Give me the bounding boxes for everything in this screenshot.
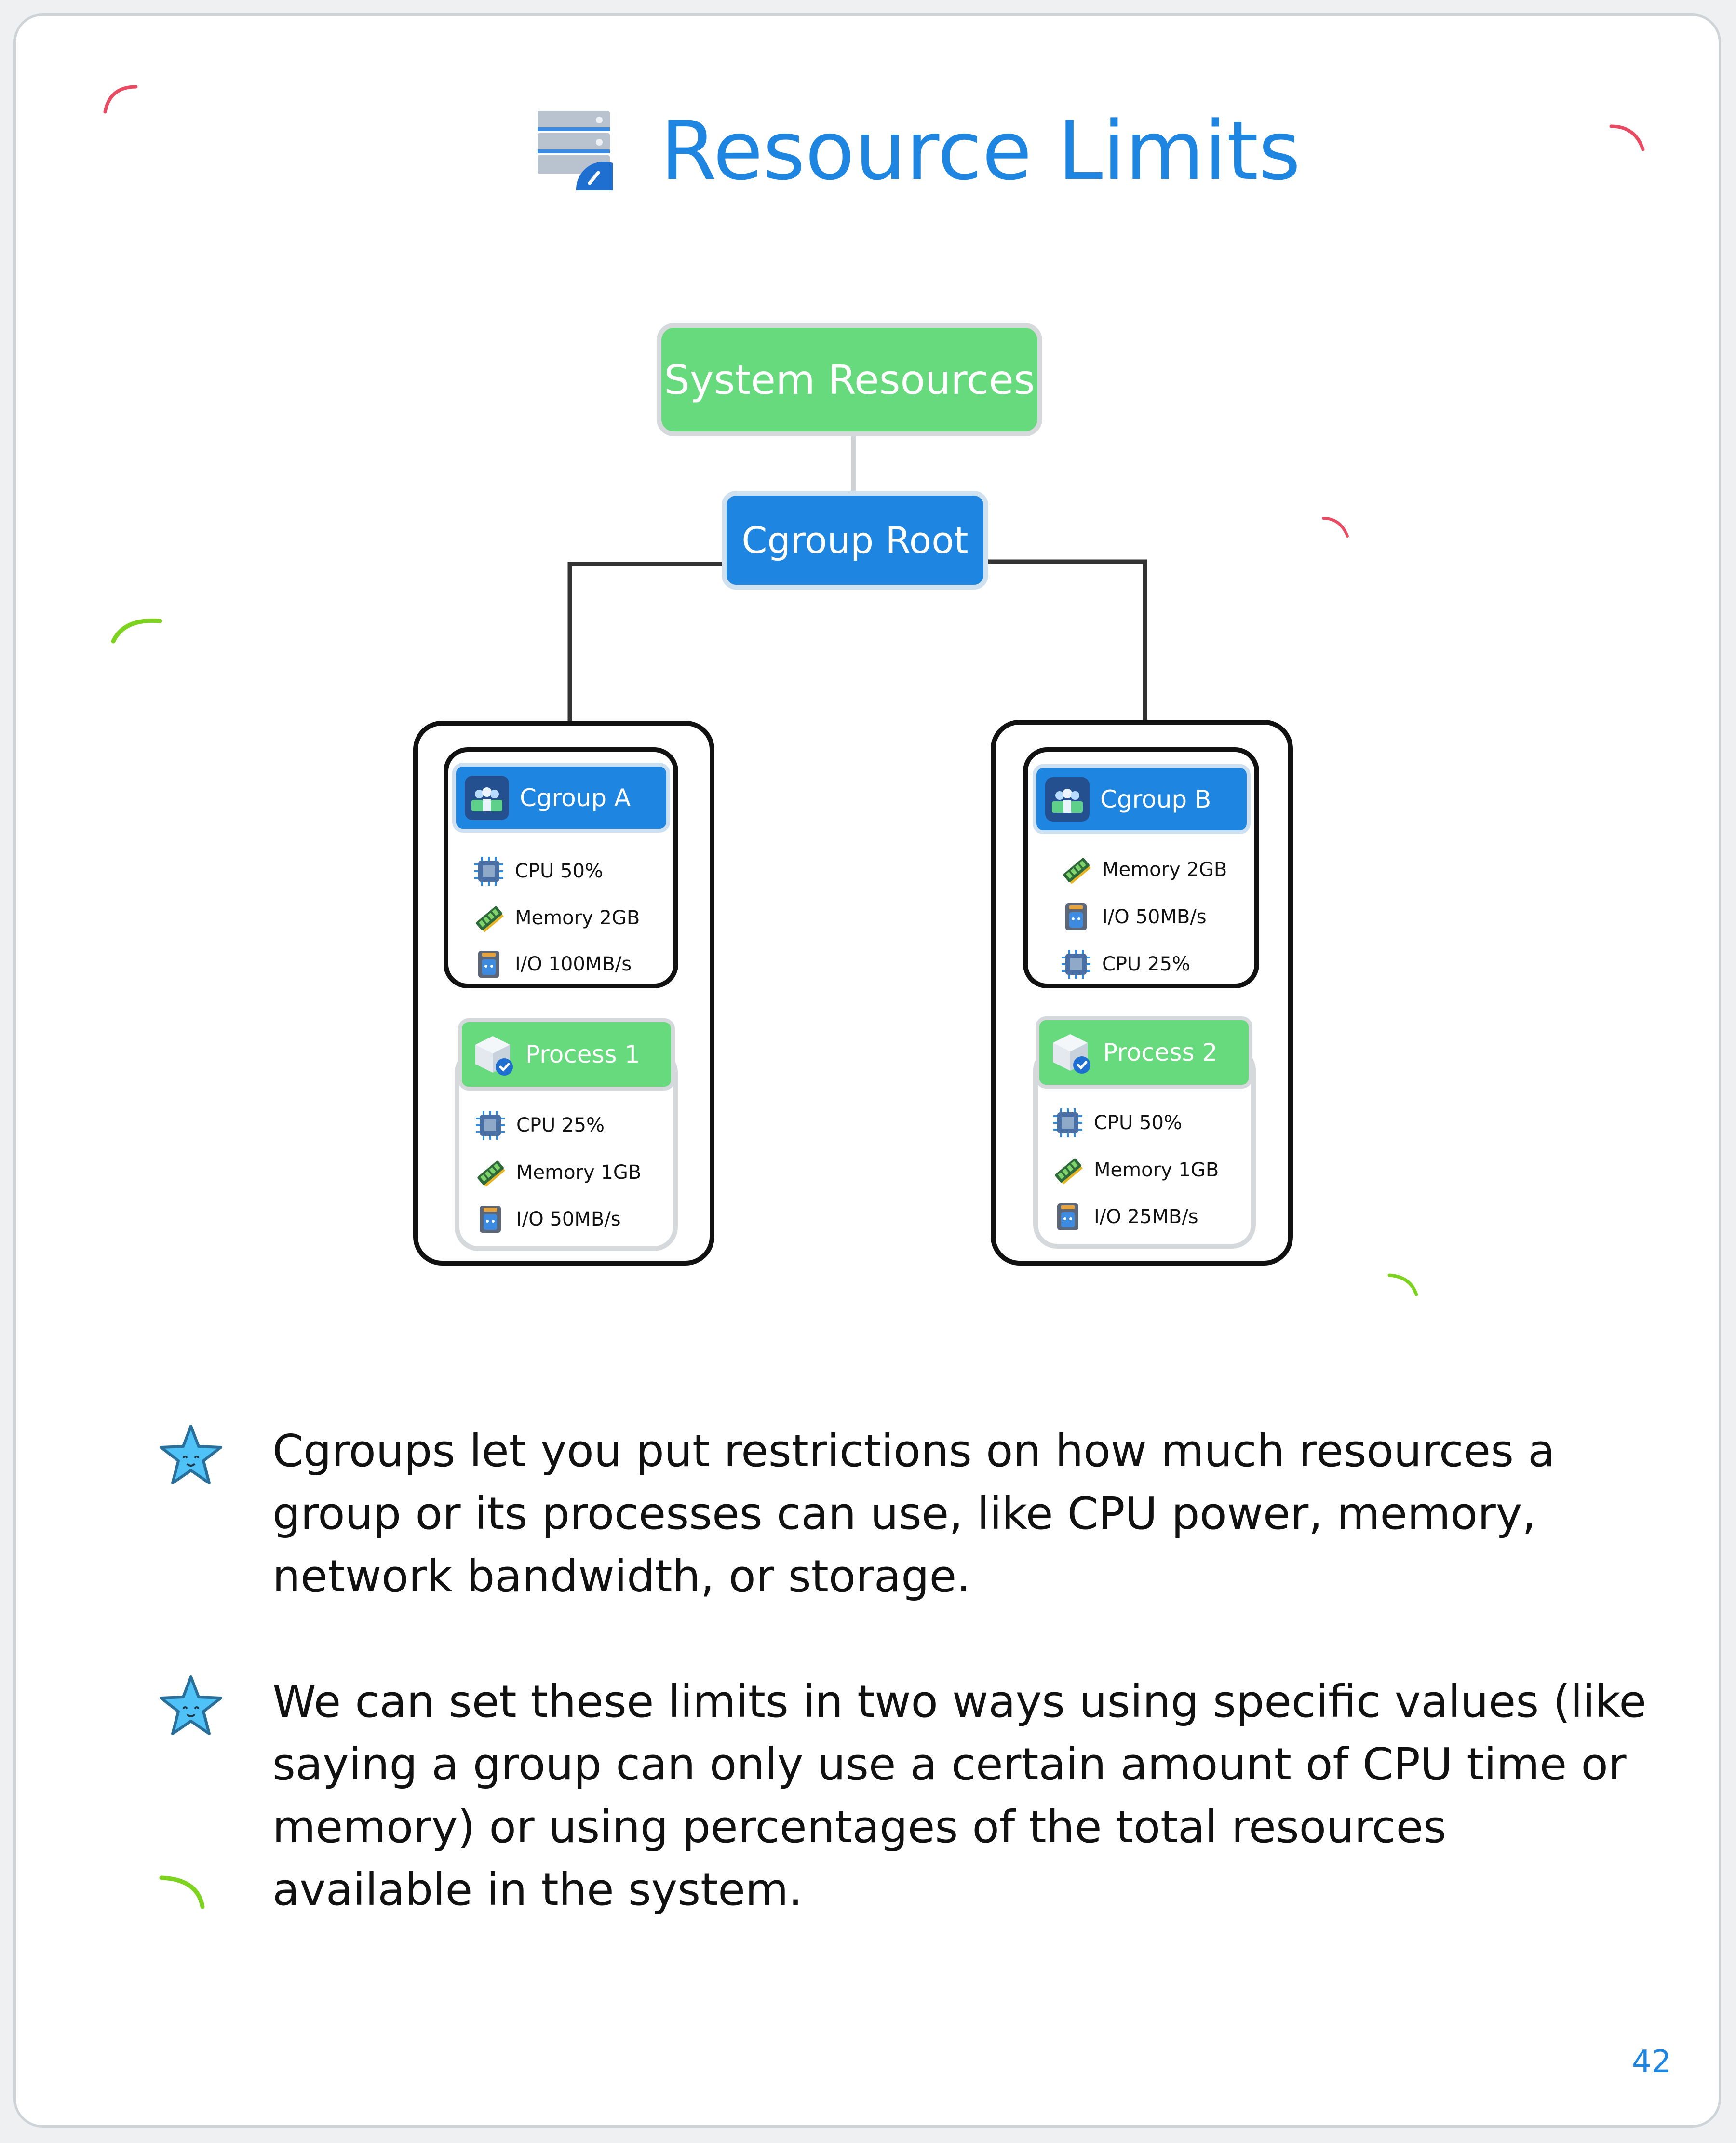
star-icon <box>160 1675 222 1735</box>
limit-label: Memory 1GB <box>1094 1159 1219 1181</box>
page-title: Resource Limits <box>660 104 1301 198</box>
cpu-icon <box>474 857 503 886</box>
bullet-text-2: We can set these limits in two ways usin… <box>272 1676 1646 1915</box>
connector-root-to-cgroup-a <box>567 562 726 721</box>
system-resources-label: System Resources <box>664 356 1035 404</box>
cgroup-b-label: Cgroup B <box>1100 785 1211 813</box>
limit-label: I/O 25MB/s <box>1094 1206 1198 1228</box>
limit-label: CPU 25% <box>1102 953 1190 975</box>
disk-icon <box>1065 903 1087 930</box>
cgroup-root-node: Cgroup Root <box>722 491 988 590</box>
memory-icon <box>1055 1158 1083 1185</box>
process-1-label: Process 1 <box>525 1040 640 1068</box>
cgroup-a-limit-cpu: CPU 50% <box>473 856 603 887</box>
cgroup-b-limit-cpu: CPU 25% <box>1061 949 1190 980</box>
memory-icon <box>476 906 504 932</box>
limit-label: I/O 50MB/s <box>1102 906 1207 928</box>
cpu-icon <box>476 1111 505 1140</box>
connector-root-to-cgroup-b <box>983 559 1147 721</box>
memory-icon <box>1063 858 1091 884</box>
cpu-icon <box>1053 1108 1082 1137</box>
confetti-mark <box>103 85 138 114</box>
star-icon <box>160 1425 222 1484</box>
limit-label: Memory 2GB <box>1102 859 1227 881</box>
process-1-header: Process 1 <box>458 1018 675 1091</box>
group-icon <box>465 775 509 820</box>
process-2-limit-cpu: CPU 50% <box>1052 1107 1182 1138</box>
cgroup-a-limit-io: I/O 100MB/s <box>473 949 632 980</box>
process-cube-icon <box>475 1036 513 1076</box>
cgroup-b-header: Cgroup B <box>1033 764 1251 834</box>
cgroup-a-limit-memory: Memory 2GB <box>473 903 640 933</box>
cgroup-root-label: Cgroup Root <box>741 519 969 562</box>
cgroup-a-label: Cgroup A <box>520 783 631 812</box>
process-cube-icon <box>1053 1034 1090 1074</box>
server-gauge-icon <box>538 111 613 190</box>
process-1-limit-cpu: CPU 25% <box>475 1110 605 1141</box>
limit-label: Memory 1GB <box>516 1161 642 1184</box>
confetti-mark <box>111 618 162 644</box>
disk-icon <box>480 1206 501 1233</box>
page-number: 42 <box>1632 2044 1671 2080</box>
limit-label: I/O 100MB/s <box>515 953 632 975</box>
limit-label: Memory 2GB <box>515 907 640 929</box>
process-2-header: Process 2 <box>1036 1016 1252 1089</box>
process-2-label: Process 2 <box>1103 1038 1218 1066</box>
disk-icon <box>478 951 499 978</box>
cgroup-b-limit-io: I/O 50MB/s <box>1061 902 1207 932</box>
limit-label: CPU 50% <box>515 860 603 882</box>
limit-label: I/O 50MB/s <box>516 1208 621 1230</box>
cgroup-b-limit-memory: Memory 2GB <box>1061 854 1227 885</box>
bullet-text-1: Cgroups let you put restrictions on how … <box>272 1425 1555 1602</box>
process-1-limit-memory: Memory 1GB <box>475 1157 641 1188</box>
confetti-mark <box>1609 124 1645 151</box>
process-2-limit-io: I/O 25MB/s <box>1052 1201 1198 1232</box>
confetti-mark <box>1387 1273 1418 1296</box>
system-resources-node: System Resources <box>657 323 1042 436</box>
limit-label: CPU 25% <box>516 1114 605 1136</box>
disk-icon <box>1057 1203 1078 1230</box>
process-2-limit-memory: Memory 1GB <box>1052 1155 1219 1186</box>
process-1-limit-io: I/O 50MB/s <box>475 1204 621 1235</box>
limit-label: CPU 50% <box>1094 1112 1182 1134</box>
memory-icon <box>477 1160 505 1187</box>
confetti-mark <box>159 1875 205 1909</box>
group-icon <box>1045 777 1090 822</box>
confetti-mark <box>1322 517 1349 538</box>
cpu-icon <box>1062 950 1090 979</box>
cgroup-a-header: Cgroup A <box>452 763 670 833</box>
